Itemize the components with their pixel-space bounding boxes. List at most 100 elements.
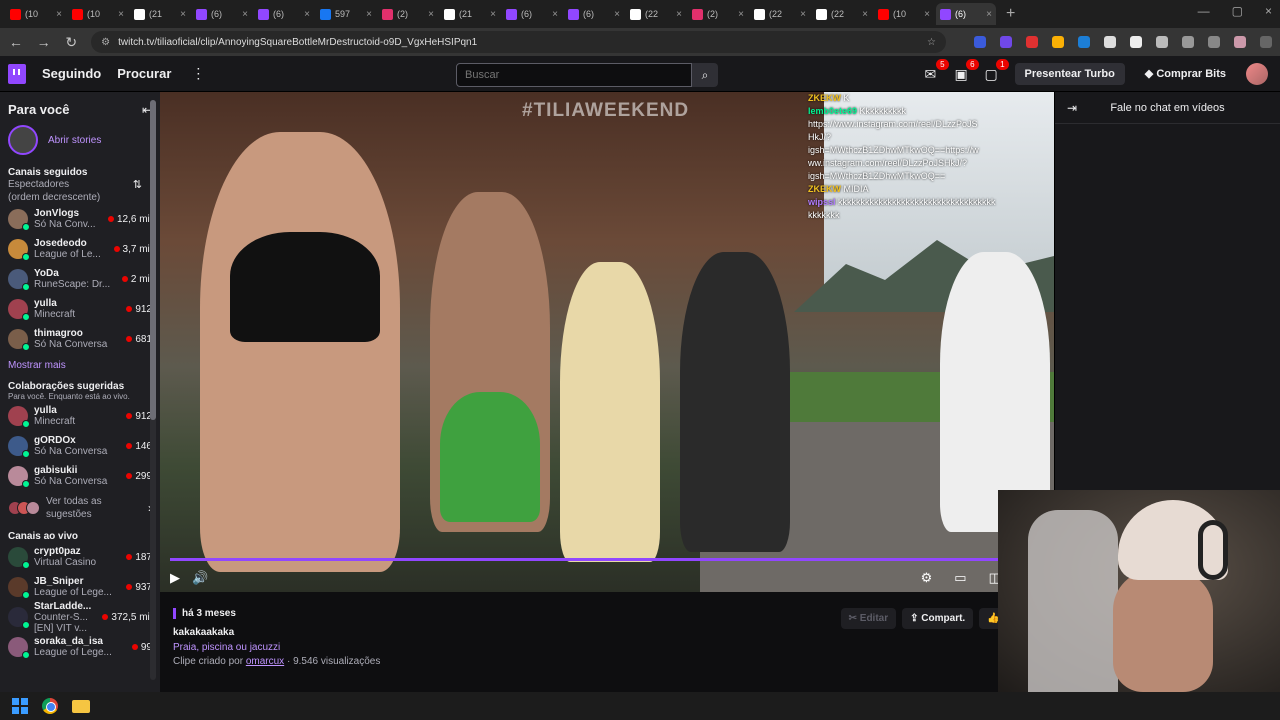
tab-close-icon[interactable]: × bbox=[738, 9, 744, 20]
more-menu-icon[interactable]: ⋮ bbox=[191, 65, 205, 82]
site-info-icon[interactable]: ⚙ bbox=[101, 37, 110, 48]
tab-close-icon[interactable]: × bbox=[614, 9, 620, 20]
video-player[interactable]: #TILIAWEEKEND ZKEKW Klemb0ete69 Kkkkkkkk… bbox=[160, 92, 1054, 592]
browser-tab[interactable]: (6) × bbox=[254, 3, 314, 25]
browser-menu-icon[interactable] bbox=[1260, 36, 1273, 48]
play-icon[interactable]: ▶ bbox=[170, 570, 180, 586]
webcam-overlay bbox=[998, 490, 1280, 692]
buy-bits-button[interactable]: ◆ Comprar Bits bbox=[1139, 62, 1232, 85]
sort-icon[interactable]: ⇅ bbox=[133, 178, 142, 204]
extension-icon[interactable] bbox=[1052, 36, 1065, 48]
browser-tab[interactable]: (22 × bbox=[626, 3, 686, 25]
browser-tab[interactable]: (22 × bbox=[812, 3, 872, 25]
volume-icon[interactable]: 🔊 bbox=[192, 570, 208, 586]
new-tab-button[interactable]: + bbox=[1006, 5, 1015, 23]
browser-tab[interactable]: (10 × bbox=[68, 3, 128, 25]
browser-tab[interactable]: (6) × bbox=[192, 3, 252, 25]
forward-icon[interactable]: → bbox=[36, 34, 52, 50]
browser-tab[interactable]: (21 × bbox=[440, 3, 500, 25]
browser-tab[interactable]: (21 × bbox=[130, 3, 190, 25]
channel-avatar bbox=[8, 637, 30, 659]
tab-close-icon[interactable]: × bbox=[242, 9, 248, 20]
extension-icon[interactable] bbox=[1026, 36, 1039, 48]
clip-category-link[interactable]: Praia, piscina ou jacuzzi bbox=[173, 642, 380, 653]
open-stories-button[interactable]: Abrir stories bbox=[0, 123, 160, 157]
collapse-chat-icon[interactable]: ⇥ bbox=[1067, 101, 1077, 115]
tab-close-icon[interactable]: × bbox=[676, 9, 682, 20]
browser-tab[interactable]: (2) × bbox=[378, 3, 438, 25]
tab-close-icon[interactable]: × bbox=[490, 9, 496, 20]
clip-creator-link[interactable]: omarcux bbox=[246, 656, 284, 667]
maximize-icon[interactable]: ▢ bbox=[1232, 4, 1243, 18]
close-window-icon[interactable]: × bbox=[1265, 4, 1272, 18]
extension-icon[interactable] bbox=[974, 36, 987, 48]
search-input[interactable] bbox=[456, 63, 692, 87]
minimize-icon[interactable]: — bbox=[1198, 4, 1210, 18]
theater-mode-icon[interactable]: ▭ bbox=[954, 570, 966, 586]
tab-close-icon[interactable]: × bbox=[924, 9, 930, 20]
tab-close-icon[interactable]: × bbox=[56, 9, 62, 20]
browser-tab[interactable]: (6) × bbox=[502, 3, 562, 25]
browser-tab[interactable]: (2) × bbox=[688, 3, 748, 25]
sidebar-channel-item[interactable]: Josedeodo League of Le... 3,7 mil bbox=[0, 234, 160, 264]
downloads-icon[interactable] bbox=[1208, 36, 1221, 48]
edit-clip-button[interactable]: ✂ Editar bbox=[840, 608, 897, 629]
reload-icon[interactable]: ↻ bbox=[63, 34, 79, 51]
nav-following-link[interactable]: Seguindo bbox=[42, 66, 101, 81]
windows-start-icon[interactable] bbox=[12, 698, 28, 714]
sidebar-channel-item[interactable]: yulla Minecraft 912 bbox=[0, 401, 160, 431]
tab-close-icon[interactable]: × bbox=[862, 9, 868, 20]
sidebar-channel-item[interactable]: soraka_da_isa League of Lege... 99 bbox=[0, 632, 160, 662]
share-button[interactable]: ⇪ Compart. bbox=[902, 608, 974, 629]
sidebar-channel-item[interactable]: StarLadde... Counter-S... [EN] VIT v... 372… bbox=[0, 601, 160, 634]
sidebar-channel-item[interactable]: JonVlogs Só Na Conv... 12,6 mil bbox=[0, 204, 160, 234]
settings-icon[interactable]: ⚙ bbox=[921, 570, 933, 586]
browser-tab[interactable]: (10 × bbox=[6, 3, 66, 25]
tab-label: (6) bbox=[273, 9, 284, 19]
user-avatar[interactable] bbox=[1246, 62, 1268, 85]
extension-icon[interactable] bbox=[1078, 36, 1091, 48]
sidebar-channel-item[interactable]: thimagroo Só Na Conversa 681 bbox=[0, 324, 160, 354]
reading-list-icon[interactable] bbox=[1182, 36, 1195, 48]
url-input[interactable]: ⚙ twitch.tv/tiliaoficial/clip/AnnoyingSq… bbox=[91, 31, 947, 53]
tab-close-icon[interactable]: × bbox=[800, 9, 806, 20]
sidebar-channel-item[interactable]: YoDa RuneScape: Dr... 2 mil bbox=[0, 264, 160, 294]
browser-tab[interactable]: (6) × bbox=[564, 3, 624, 25]
tab-close-icon[interactable]: × bbox=[986, 9, 992, 20]
tab-close-icon[interactable]: × bbox=[304, 9, 310, 20]
tab-close-icon[interactable]: × bbox=[118, 9, 124, 20]
extension-icon[interactable] bbox=[1104, 36, 1117, 48]
sidebar-channel-item[interactable]: gORDOx Só Na Conversa 146 bbox=[0, 431, 160, 461]
show-more-link[interactable]: Mostrar mais bbox=[0, 354, 160, 377]
back-icon[interactable]: ← bbox=[8, 34, 24, 50]
drops-icon[interactable]: ▣ 6 bbox=[955, 58, 979, 82]
sidebar-channel-item[interactable]: gabisukii Só Na Conversa 299 bbox=[0, 461, 160, 491]
file-explorer-icon[interactable] bbox=[72, 699, 90, 713]
inbox-icon[interactable]: ✉ 5 bbox=[925, 58, 949, 82]
sidebar-channel-item[interactable]: crypt0pаz Virtual Casino 187 bbox=[0, 542, 160, 572]
bookmark-star-icon[interactable]: ☆ bbox=[927, 37, 936, 48]
browser-tab[interactable]: (10 × bbox=[874, 3, 934, 25]
sidebar-channel-item[interactable]: JB_Sniper League of Lege... 937 bbox=[0, 572, 160, 602]
video-progress-bar[interactable] bbox=[170, 558, 1044, 561]
browser-tab[interactable]: (22 × bbox=[750, 3, 810, 25]
see-all-suggestions-button[interactable]: Ver todas as sugestões › bbox=[0, 491, 160, 525]
notifications-icon[interactable]: ▢ 1 bbox=[985, 58, 1009, 82]
twitch-logo-icon[interactable] bbox=[8, 63, 26, 84]
sidebar-scrollbar[interactable] bbox=[150, 100, 156, 680]
extension-icon[interactable] bbox=[1000, 36, 1013, 48]
extensions-puzzle-icon[interactable] bbox=[1156, 36, 1169, 48]
profile-avatar[interactable] bbox=[1234, 36, 1247, 48]
search-button[interactable]: ⌕ bbox=[692, 63, 718, 87]
tab-close-icon[interactable]: × bbox=[552, 9, 558, 20]
tab-close-icon[interactable]: × bbox=[366, 9, 372, 20]
browser-tab[interactable]: (6) × bbox=[936, 3, 996, 25]
gift-turbo-button[interactable]: Presentear Turbo bbox=[1014, 62, 1125, 85]
extension-icon[interactable] bbox=[1130, 36, 1143, 48]
browser-tab[interactable]: 597 × bbox=[316, 3, 376, 25]
tab-close-icon[interactable]: × bbox=[428, 9, 434, 20]
sidebar-channel-item[interactable]: yulla Minecraft 912 bbox=[0, 294, 160, 324]
nav-browse-link[interactable]: Procurar bbox=[117, 66, 171, 81]
chrome-taskbar-icon[interactable] bbox=[42, 698, 58, 714]
tab-close-icon[interactable]: × bbox=[180, 9, 186, 20]
